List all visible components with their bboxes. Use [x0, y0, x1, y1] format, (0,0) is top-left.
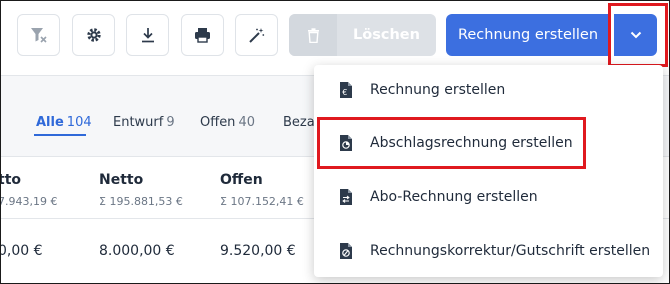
- screenshot-frame: [0, 0, 670, 284]
